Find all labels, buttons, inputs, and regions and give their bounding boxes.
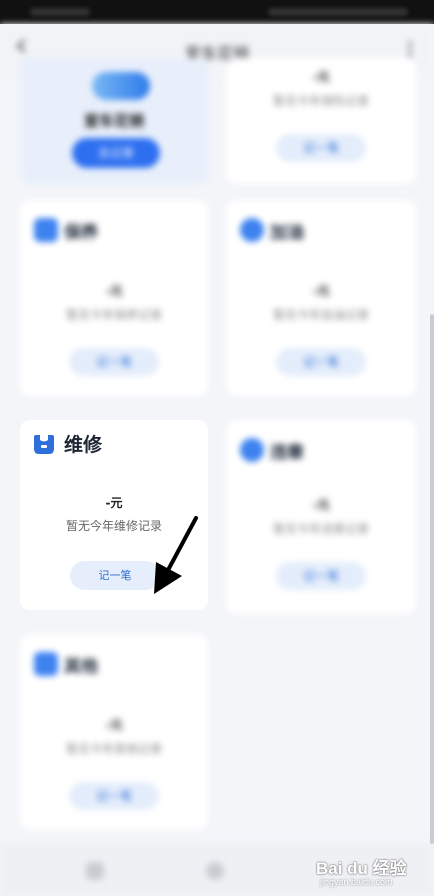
other-note: 暂无今年其他记录 xyxy=(65,742,162,756)
repair-record-button[interactable]: 记一笔 xyxy=(70,561,160,590)
maintenance-record-button[interactable]: 记一笔 xyxy=(69,348,159,376)
violation-icon xyxy=(240,438,264,462)
violation-note: 暂无今年违章记录 xyxy=(272,522,369,536)
repair-title: 维修 xyxy=(64,434,103,456)
expense-page: 爱车花销 爱车花销 去记录 -元 暂无今年保险记录 记一笔 保养 -元 暂无今年… xyxy=(0,24,434,896)
nav-home-icon[interactable] xyxy=(86,862,104,880)
maintenance-note: 暂无今年保养记录 xyxy=(65,308,162,322)
pointer-arrow-icon xyxy=(154,516,198,594)
fuel-record-button[interactable]: 记一笔 xyxy=(276,348,366,376)
repair-amount: -元 xyxy=(105,496,123,510)
status-left-indicators xyxy=(30,8,90,16)
maintenance-amount: -元 xyxy=(105,284,123,298)
fuel-card: 加油 -元 暂无今年加油记录 记一笔 xyxy=(226,200,416,396)
more-vertical-icon[interactable] xyxy=(408,41,412,57)
promo-card: 爱车花销 去记录 xyxy=(20,58,208,184)
insurance-record-button[interactable]: 记一笔 xyxy=(276,134,366,162)
promo-title: 爱车花销 xyxy=(83,112,144,130)
maintenance-title: 保养 xyxy=(64,223,98,243)
violation-card: 违章 -元 暂无今年违章记录 记一笔 xyxy=(226,420,416,614)
promo-record-button[interactable]: 去记录 xyxy=(72,138,160,168)
other-amount: -元 xyxy=(105,718,123,732)
watermark-brand: Bai du 经验 xyxy=(316,859,407,878)
insurance-amount: -元 xyxy=(312,70,330,84)
other-title: 其他 xyxy=(64,657,98,677)
nav-profile-icon[interactable] xyxy=(206,862,224,880)
other-icon xyxy=(34,652,58,676)
insurance-card: -元 暂无今年保险记录 记一笔 xyxy=(226,58,416,184)
scrollbar[interactable] xyxy=(430,314,434,844)
status-right-indicators xyxy=(268,8,408,16)
wrench-box-icon xyxy=(34,435,54,454)
status-bar xyxy=(0,0,434,24)
watermark-url: jingyan.baidu.com xyxy=(320,877,393,887)
maintenance-icon xyxy=(34,218,58,242)
violation-amount: -元 xyxy=(312,498,330,512)
car-icon xyxy=(92,72,150,100)
violation-record-button[interactable]: 记一笔 xyxy=(276,562,366,590)
fuel-note: 暂无今年加油记录 xyxy=(272,308,369,322)
maintenance-card: 保养 -元 暂无今年保养记录 记一笔 xyxy=(20,200,208,396)
fuel-amount: -元 xyxy=(312,284,330,298)
watermark: Bai du 经验 jingyan.baidu.com xyxy=(316,846,426,896)
fuel-icon xyxy=(240,218,264,242)
other-card: 其他 -元 暂无今年其他记录 记一笔 xyxy=(20,634,208,830)
violation-title: 违章 xyxy=(270,443,304,463)
insurance-note: 暂无今年保险记录 xyxy=(272,94,369,108)
other-record-button[interactable]: 记一笔 xyxy=(69,782,159,810)
fuel-title: 加油 xyxy=(270,223,304,243)
